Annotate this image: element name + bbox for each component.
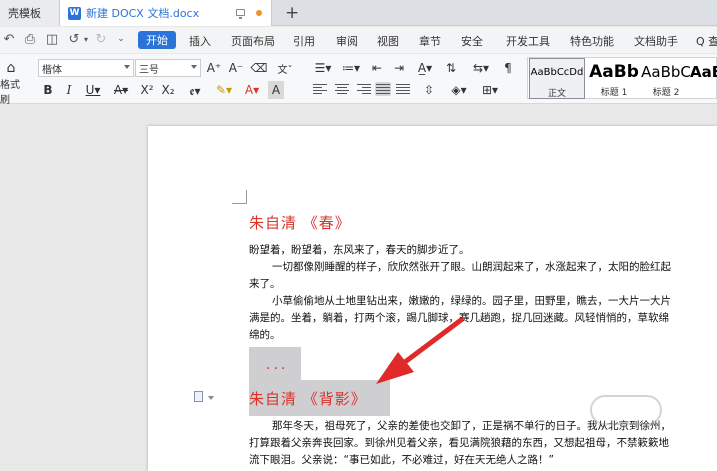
style-heading3[interactable]: AaB xyxy=(690,58,717,99)
italic-icon[interactable]: I xyxy=(61,81,77,99)
monitor-icon[interactable] xyxy=(236,9,245,19)
superscript-icon[interactable]: X² xyxy=(138,81,156,99)
page-corner-mark xyxy=(232,190,247,204)
menu-page-layout[interactable]: 页面布局 xyxy=(231,33,275,49)
bullet-list-icon[interactable]: ☰▾ xyxy=(311,59,335,77)
word-doc-icon: W xyxy=(68,6,81,20)
font-size-select[interactable]: 三号 xyxy=(135,59,201,77)
tab-template[interactable]: 壳模板 xyxy=(0,0,60,26)
menu-review[interactable]: 审阅 xyxy=(336,33,358,49)
print-preview-icon[interactable]: ◫ xyxy=(44,30,60,48)
align-right-icon[interactable] xyxy=(357,82,373,96)
style-normal-preview: AaBbCcDd xyxy=(530,67,584,78)
style-heading1-name: 标题 1 xyxy=(600,88,628,98)
tab-strip: 壳模板 W 新建 DOCX 文档.docx + xyxy=(0,0,717,26)
menu-references[interactable]: 引用 xyxy=(293,33,315,49)
align-center-icon[interactable] xyxy=(335,82,351,96)
ellipsis-text[interactable]: ... xyxy=(266,357,288,373)
tab-template-label: 壳模板 xyxy=(8,7,41,20)
menu-features[interactable]: 特色功能 xyxy=(570,33,614,49)
sort-icon[interactable]: ⇅ xyxy=(442,59,460,77)
chevron-down-icon xyxy=(124,65,130,69)
font-name-select[interactable]: 楷体 xyxy=(38,59,134,77)
distribute-icon[interactable] xyxy=(396,82,412,96)
doc-line-5[interactable]: 满是的。坐着，躺着，打两个滚，踢几脚球，赛几趟跑，捉几回迷藏。风轻悄悄的，草软绵 xyxy=(249,310,669,327)
print-icon[interactable]: ⎙ xyxy=(22,30,38,48)
undo-dropdown-icon[interactable]: ▾ xyxy=(82,30,90,48)
style-gallery: AaBbCcDd 正文 AaBb 标题 1 AaBbC 标题 2 AaB xyxy=(527,57,717,99)
style-heading2-preview: AaBbC xyxy=(641,63,691,81)
font-name-value: 楷体 xyxy=(42,64,62,76)
heading-spring[interactable]: 朱自清 《春》 xyxy=(249,212,351,233)
menu-view[interactable]: 视图 xyxy=(377,33,399,49)
decrease-indent-icon[interactable]: ⇤ xyxy=(368,59,386,77)
shading-icon[interactable]: ◈▾ xyxy=(447,81,471,99)
strikethrough-icon[interactable]: A▾ xyxy=(110,81,132,99)
menu-security[interactable]: 安全 xyxy=(461,33,483,49)
line-spacing-icon[interactable]: ⇆▾ xyxy=(468,59,494,77)
doc-line-8[interactable]: 打算跟着父亲奔丧回家。到徐州见着父亲，看见满院狼藉的东西，又想起祖母，不禁簌簌地 xyxy=(249,435,669,452)
style-heading2-name: 标题 2 xyxy=(652,88,680,98)
subscript-icon[interactable]: X₂ xyxy=(159,81,177,99)
menu-chapter[interactable]: 章节 xyxy=(419,33,441,49)
doc-line-3[interactable]: 来了。 xyxy=(249,276,281,293)
style-heading2[interactable]: AaBbC 标题 2 xyxy=(638,58,694,99)
style-heading1-preview: AaBb xyxy=(589,62,639,82)
style-heading1[interactable]: AaBb 标题 1 xyxy=(586,58,642,99)
font-color-icon[interactable]: A▾ xyxy=(240,81,264,99)
doc-line-9[interactable]: 流下眼泪。父亲说：“事已如此，不必难过，好在天无绝人之路！” xyxy=(249,452,554,469)
highlight-icon[interactable]: ✎▾ xyxy=(212,81,236,99)
clear-format-icon[interactable]: ⌫ xyxy=(250,59,268,77)
format-painter-icon[interactable]: ⌂ xyxy=(2,58,20,78)
shrink-font-icon[interactable]: A⁻ xyxy=(227,59,245,77)
menu-doc-assistant[interactable]: 文档助手 xyxy=(634,33,678,49)
font-size-value: 三号 xyxy=(139,64,159,76)
doc-line-2[interactable]: 一切都像刚睡醒的样子，欣欣然张开了眼。山朗润起来了，水涨起来了，太阳的脸红起 xyxy=(272,259,671,276)
bold-icon[interactable]: B xyxy=(40,81,56,99)
chinese-layout-icon[interactable]: A̲▾ xyxy=(413,59,437,77)
undo-quick-icon[interactable]: ↶ xyxy=(2,30,16,48)
borders-icon[interactable]: ⊞▾ xyxy=(478,81,502,99)
line-spacing-options-icon[interactable]: ⇳ xyxy=(420,81,438,99)
doc-line-6[interactable]: 绵的。 xyxy=(249,327,281,344)
watermark-badge xyxy=(590,395,662,425)
text-effect-icon[interactable]: ꬲ▾ xyxy=(182,81,208,99)
phonetic-guide-icon[interactable]: 文ˇ xyxy=(273,59,297,77)
menu-home[interactable]: 开始 xyxy=(138,31,176,49)
menu-insert[interactable]: 插入 xyxy=(189,33,211,49)
format-painter-label[interactable]: 格式刷 xyxy=(0,80,26,106)
char-shading-icon[interactable]: A xyxy=(268,81,284,99)
align-left-icon[interactable] xyxy=(313,82,329,96)
grow-font-icon[interactable]: A⁺ xyxy=(205,59,223,77)
new-tab-plus-icon[interactable]: + xyxy=(285,3,299,23)
menu-developer[interactable]: 开发工具 xyxy=(506,33,550,49)
align-justify-icon[interactable] xyxy=(375,82,391,96)
style-heading3-preview: AaB xyxy=(690,63,717,81)
style-normal[interactable]: AaBbCcDd 正文 xyxy=(529,58,585,99)
menu-search[interactable]: Q 查 xyxy=(696,33,717,49)
chevron-down-icon[interactable] xyxy=(208,396,214,400)
undo-icon[interactable]: ↺ xyxy=(66,30,82,48)
doc-line-4[interactable]: 小草偷偷地从土地里钻出来，嫩嫩的，绿绿的。园子里，田野里，瞧去，一大片一大片 xyxy=(272,293,671,310)
underline-icon[interactable]: U▾ xyxy=(82,81,104,99)
style-normal-name: 正文 xyxy=(547,89,566,99)
numbered-list-icon[interactable]: ≔▾ xyxy=(339,59,363,77)
heading-back-view[interactable]: 朱自清 《背影》 xyxy=(249,388,367,409)
show-marks-icon[interactable]: ¶ xyxy=(498,59,518,77)
unsaved-dot-icon xyxy=(256,10,262,16)
quick-access-more-icon[interactable]: ⌄ xyxy=(116,30,126,48)
tab-document-label: 新建 DOCX 文档.docx xyxy=(86,7,200,20)
redo-icon[interactable]: ↻ xyxy=(94,30,108,48)
doc-line-1[interactable]: 盼望着，盼望着，东风来了，春天的脚步近了。 xyxy=(249,242,470,259)
increase-indent-icon[interactable]: ⇥ xyxy=(390,59,408,77)
chevron-down-icon xyxy=(191,65,197,69)
paragraph-layout-icon[interactable] xyxy=(194,391,203,402)
